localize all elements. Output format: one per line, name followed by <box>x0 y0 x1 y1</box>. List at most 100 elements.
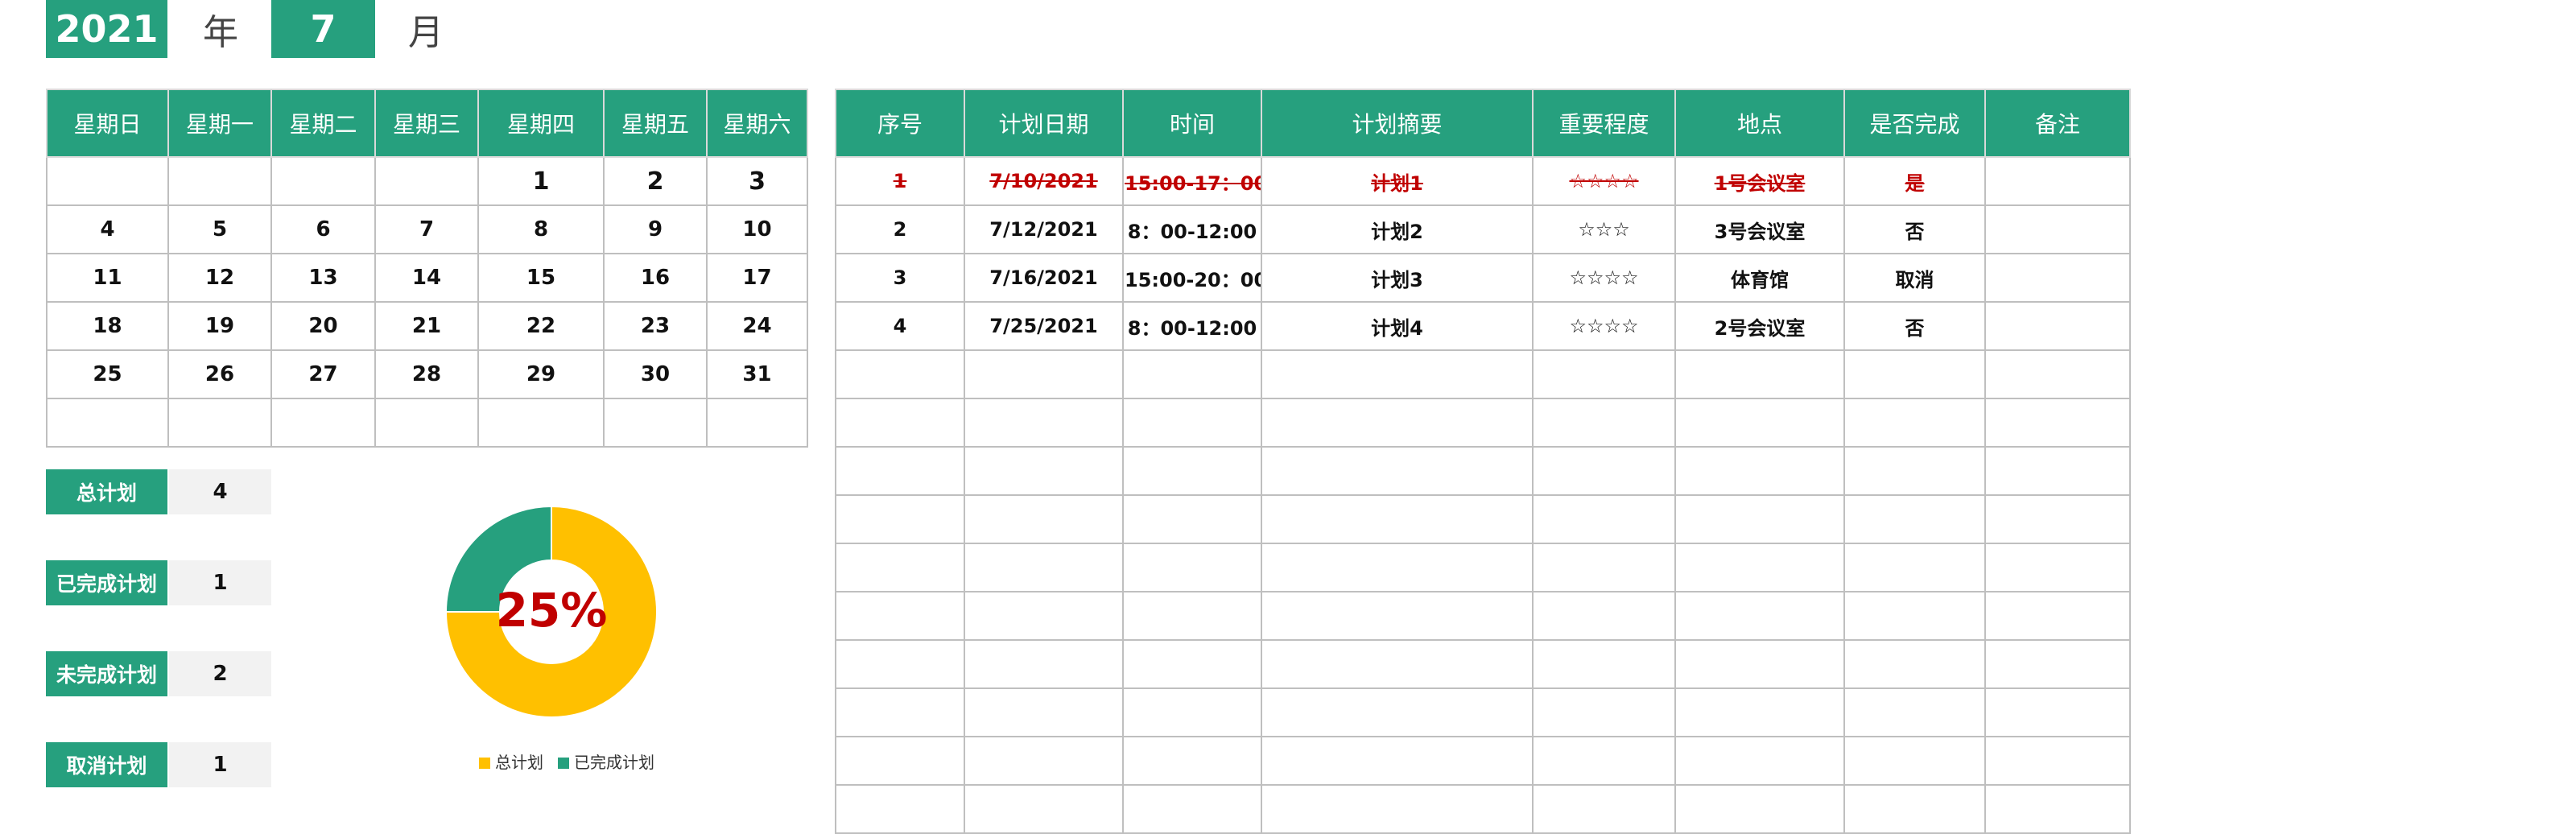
plan-cell-empty[interactable] <box>1532 591 1676 641</box>
plan-cell-empty[interactable] <box>1122 398 1262 448</box>
plan-cell-empty[interactable] <box>835 736 965 786</box>
calendar-day-cell[interactable]: 21 <box>374 301 479 351</box>
calendar-day-cell[interactable]: 4 <box>46 204 169 254</box>
plan-cell-no[interactable]: 2 <box>835 204 965 254</box>
calendar-day-cell[interactable]: 27 <box>270 349 376 399</box>
plan-cell-empty[interactable] <box>1532 349 1676 399</box>
plan-cell-empty[interactable] <box>1532 398 1676 448</box>
plan-cell-empty[interactable] <box>1674 639 1845 689</box>
plan-cell-empty[interactable] <box>835 446 965 496</box>
plan-row-empty[interactable] <box>835 591 2131 641</box>
plan-row-empty[interactable] <box>835 446 2131 496</box>
calendar-day-cell[interactable] <box>706 398 808 448</box>
plan-cell-date[interactable]: 7/10/2021 <box>964 156 1124 206</box>
plan-cell-empty[interactable] <box>964 543 1124 592</box>
calendar-day-cell[interactable]: 31 <box>706 349 808 399</box>
plan-row-empty[interactable] <box>835 543 2131 592</box>
plan-cell-importance[interactable]: ☆☆☆ <box>1532 204 1676 254</box>
calendar-day-cell[interactable]: 3 <box>706 156 808 206</box>
plan-cell-empty[interactable] <box>964 349 1124 399</box>
plan-row-empty[interactable] <box>835 398 2131 448</box>
plan-cell-place[interactable]: 3号会议室 <box>1674 204 1845 254</box>
plan-cell-empty[interactable] <box>1532 736 1676 786</box>
plan-cell-place[interactable]: 体育馆 <box>1674 253 1845 303</box>
calendar-day-cell[interactable] <box>167 156 272 206</box>
plan-row-empty[interactable] <box>835 784 2131 834</box>
plan-row-empty[interactable] <box>835 687 2131 737</box>
plan-cell-importance[interactable]: ☆☆☆☆ <box>1532 301 1676 351</box>
plan-cell-empty[interactable] <box>1674 687 1845 737</box>
plan-cell-empty[interactable] <box>1843 349 1986 399</box>
plan-cell-place[interactable]: 2号会议室 <box>1674 301 1845 351</box>
calendar-day-cell[interactable]: 16 <box>603 253 708 303</box>
plan-cell-status[interactable]: 否 <box>1843 301 1986 351</box>
calendar-day-cell[interactable]: 17 <box>706 253 808 303</box>
plan-cell-empty[interactable] <box>1261 736 1534 786</box>
calendar-day-cell[interactable]: 18 <box>46 301 169 351</box>
plan-cell-empty[interactable] <box>1122 591 1262 641</box>
plan-cell-empty[interactable] <box>1261 687 1534 737</box>
plan-cell-empty[interactable] <box>1122 494 1262 544</box>
calendar-day-cell[interactable] <box>374 156 479 206</box>
calendar-day-cell[interactable]: 30 <box>603 349 708 399</box>
plan-cell-importance[interactable]: ☆☆☆☆ <box>1532 253 1676 303</box>
plan-row-empty[interactable] <box>835 349 2131 399</box>
plan-cell-empty[interactable] <box>1843 543 1986 592</box>
plan-cell-empty[interactable] <box>1674 736 1845 786</box>
plan-cell-empty[interactable] <box>1261 784 1534 834</box>
plan-cell-empty[interactable] <box>835 349 965 399</box>
calendar-day-cell[interactable]: 11 <box>46 253 169 303</box>
calendar-day-cell[interactable]: 29 <box>477 349 605 399</box>
plan-row-empty[interactable] <box>835 639 2131 689</box>
plan-cell-empty[interactable] <box>1984 639 2131 689</box>
plan-cell-empty[interactable] <box>1674 494 1845 544</box>
plan-cell-empty[interactable] <box>1984 736 2131 786</box>
plan-row[interactable]: 4 7/25/2021 8：00-12:00 计划4 ☆☆☆☆ 2号会议室否 <box>835 301 2131 351</box>
calendar-day-cell[interactable] <box>46 156 169 206</box>
plan-cell-status[interactable]: 取消 <box>1843 253 1986 303</box>
plan-cell-empty[interactable] <box>1843 591 1986 641</box>
plan-cell-empty[interactable] <box>1843 446 1986 496</box>
calendar-day-cell[interactable]: 8 <box>477 204 605 254</box>
plan-cell-empty[interactable] <box>1122 736 1262 786</box>
plan-cell-empty[interactable] <box>835 543 965 592</box>
plan-cell-empty[interactable] <box>964 494 1124 544</box>
plan-cell-empty[interactable] <box>1532 687 1676 737</box>
calendar-day-cell[interactable]: 6 <box>270 204 376 254</box>
plan-cell-empty[interactable] <box>964 639 1124 689</box>
plan-cell-summary[interactable]: 计划3 <box>1261 253 1534 303</box>
plan-cell-empty[interactable] <box>1122 446 1262 496</box>
plan-cell-empty[interactable] <box>964 591 1124 641</box>
plan-cell-empty[interactable] <box>964 784 1124 834</box>
plan-cell-empty[interactable] <box>1261 639 1534 689</box>
calendar-day-cell[interactable]: 2 <box>603 156 708 206</box>
plan-cell-empty[interactable] <box>1122 349 1262 399</box>
plan-cell-empty[interactable] <box>1532 639 1676 689</box>
plan-cell-note[interactable] <box>1984 156 2131 206</box>
calendar-day-cell[interactable]: 13 <box>270 253 376 303</box>
plan-cell-empty[interactable] <box>1532 446 1676 496</box>
plan-cell-empty[interactable] <box>1984 349 2131 399</box>
plan-cell-empty[interactable] <box>1984 398 2131 448</box>
plan-cell-time[interactable]: 8：00-12:00 <box>1122 301 1262 351</box>
plan-cell-empty[interactable] <box>1674 591 1845 641</box>
plan-cell-empty[interactable] <box>1843 494 1986 544</box>
plan-cell-empty[interactable] <box>1674 398 1845 448</box>
calendar-day-cell[interactable]: 28 <box>374 349 479 399</box>
plan-cell-empty[interactable] <box>1261 591 1534 641</box>
calendar-day-cell[interactable]: 5 <box>167 204 272 254</box>
plan-cell-empty[interactable] <box>964 736 1124 786</box>
plan-cell-empty[interactable] <box>1261 543 1534 592</box>
plan-cell-summary[interactable]: 计划1 <box>1261 156 1534 206</box>
plan-cell-date[interactable]: 7/12/2021 <box>964 204 1124 254</box>
plan-cell-empty[interactable] <box>1843 398 1986 448</box>
plan-cell-status[interactable]: 否 <box>1843 204 1986 254</box>
plan-cell-empty[interactable] <box>835 398 965 448</box>
plan-cell-summary[interactable]: 计划4 <box>1261 301 1534 351</box>
calendar-day-cell[interactable]: 20 <box>270 301 376 351</box>
plan-cell-empty[interactable] <box>1843 687 1986 737</box>
plan-cell-note[interactable] <box>1984 253 2131 303</box>
plan-cell-empty[interactable] <box>1122 687 1262 737</box>
plan-cell-empty[interactable] <box>964 687 1124 737</box>
plan-cell-no[interactable]: 3 <box>835 253 965 303</box>
